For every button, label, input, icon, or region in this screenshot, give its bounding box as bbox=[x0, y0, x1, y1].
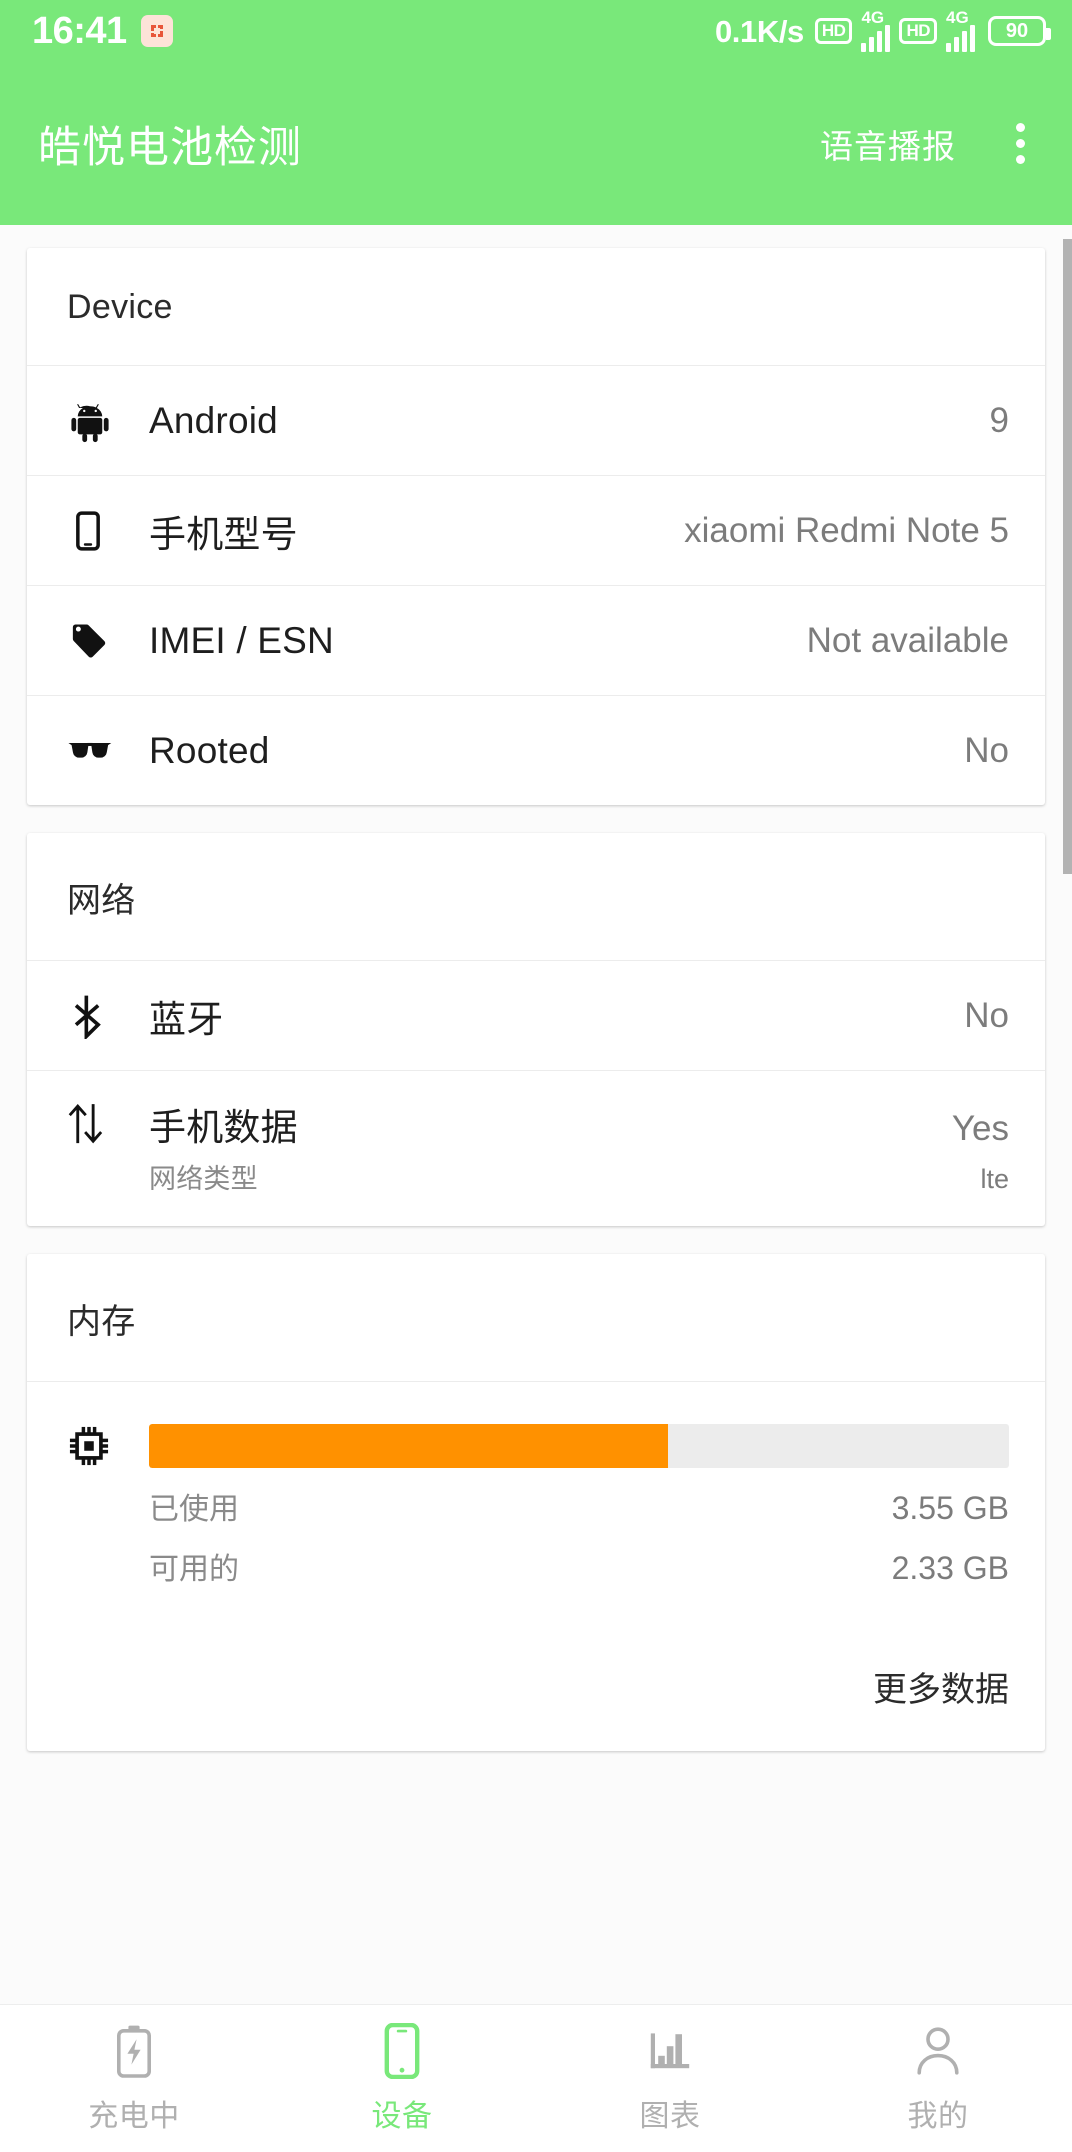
nav-label-device: 设备 bbox=[371, 2100, 433, 2133]
status-clock: 16:41 bbox=[32, 10, 127, 52]
more-data-button[interactable]: 更多数据 bbox=[27, 1622, 1045, 1751]
row-rooted[interactable]: Rooted No bbox=[27, 696, 1045, 805]
nav-item-charging[interactable]: 充电中 bbox=[0, 2022, 268, 2135]
battery-icon: 90 bbox=[988, 16, 1051, 46]
voice-broadcast-button[interactable]: 语音播报 bbox=[820, 120, 956, 168]
phone-screen: 16:41 0.1K/s HD 4G HD 4G 90 皓悦电池检测 语音播报 … bbox=[0, 0, 1072, 2152]
nav-label-charts: 图表 bbox=[639, 2100, 701, 2133]
scrollbar-thumb[interactable] bbox=[1063, 239, 1072, 874]
network-card-header: 网络 bbox=[67, 882, 136, 920]
memory-used-line: 已使用 3.55 GB bbox=[149, 1484, 1009, 1528]
memory-progress-track bbox=[149, 1424, 1009, 1468]
battery-percent-label: 90 bbox=[1005, 20, 1029, 42]
tag-icon bbox=[67, 619, 131, 663]
row-phone-model[interactable]: 手机型号 xiaomi Redmi Note 5 bbox=[27, 476, 1045, 585]
row-bluetooth[interactable]: 蓝牙 No bbox=[27, 961, 1045, 1070]
row-label-phone-model: 手机型号 bbox=[149, 513, 298, 555]
memory-free-value: 2.33 GB bbox=[891, 1550, 1009, 1586]
hd-badge-sim1: HD bbox=[814, 18, 853, 44]
memory-free-line: 可用的 2.33 GB bbox=[149, 1544, 1009, 1588]
row-mobile-data[interactable]: 手机数据 Yes 网络类型 lte bbox=[27, 1071, 1045, 1226]
android-robot-icon bbox=[67, 398, 131, 444]
network-speed-text: 0.1K/s bbox=[714, 13, 804, 49]
row-value-mobile-data: Yes bbox=[951, 1109, 1009, 1148]
row-label-android: Android bbox=[149, 399, 278, 441]
status-indicators: 0.1K/s HD 4G HD 4G 90 bbox=[714, 7, 1051, 52]
nav-item-charts[interactable]: 图表 bbox=[536, 2022, 804, 2135]
content-scroll-area[interactable]: Device Android 9 手机型号 xiaomi Redmi Note … bbox=[0, 225, 1072, 2004]
scrollbar[interactable] bbox=[1063, 225, 1072, 2004]
memory-card: 内存 已使用 3.55 GB 可用的 2.33 GB 更多数据 bbox=[27, 1254, 1045, 1751]
mobile-data-sub-line: 网络类型 lte bbox=[149, 1157, 1009, 1196]
bottom-navigation-bar: 充电中 设备 图表 我的 bbox=[0, 2004, 1072, 2152]
row-label-mobile-data: 手机数据 bbox=[149, 1107, 298, 1148]
signal-icon-sim2: 4G bbox=[946, 7, 975, 52]
bluetooth-icon bbox=[67, 993, 131, 1039]
memory-card-header: 内存 bbox=[67, 1303, 136, 1341]
row-value-android: 9 bbox=[989, 400, 1009, 440]
row-value-rooted: No bbox=[964, 730, 1009, 770]
hd-badge-sim2: HD bbox=[899, 18, 937, 44]
memory-used-label: 已使用 bbox=[149, 1493, 239, 1526]
nav-label-charging: 充电中 bbox=[88, 2100, 180, 2133]
row-value-imei: Not available bbox=[806, 620, 1009, 660]
memory-used-value: 3.55 GB bbox=[891, 1490, 1009, 1526]
row-value-bluetooth: No bbox=[964, 995, 1009, 1035]
person-icon bbox=[914, 2022, 962, 2080]
battery-charging-icon bbox=[114, 2022, 154, 2080]
sunglasses-icon bbox=[67, 736, 131, 766]
smartphone-icon bbox=[67, 510, 131, 552]
row-android[interactable]: Android 9 bbox=[27, 366, 1045, 475]
row-value-network-type: lte bbox=[980, 1164, 1009, 1194]
mobile-data-body: 手机数据 Yes 网络类型 lte bbox=[149, 1097, 1009, 1196]
signal-bars-sim1 bbox=[861, 24, 891, 52]
signal-bars-sim2 bbox=[946, 24, 975, 52]
device-card-header: Device bbox=[67, 288, 173, 326]
row-label-rooted: Rooted bbox=[149, 729, 270, 771]
row-label-bluetooth: 蓝牙 bbox=[149, 998, 224, 1040]
row-imei[interactable]: IMEI / ESN Not available bbox=[27, 586, 1045, 695]
memory-body: 已使用 3.55 GB 可用的 2.33 GB bbox=[149, 1424, 1009, 1588]
row-label-imei: IMEI / ESN bbox=[149, 619, 334, 661]
app-bar: 皓悦电池检测 语音播报 bbox=[0, 62, 1072, 225]
app-notification-icon bbox=[140, 15, 173, 47]
cpu-chip-icon bbox=[67, 1424, 131, 1468]
row-label-network-type: 网络类型 bbox=[149, 1164, 258, 1194]
signal-icon-sim1: 4G bbox=[861, 7, 891, 52]
network-type-label-sim2: 4G bbox=[946, 7, 969, 27]
overflow-menu-icon[interactable] bbox=[998, 114, 1042, 174]
nav-item-profile[interactable]: 我的 bbox=[804, 2022, 1072, 2135]
smartphone-icon bbox=[382, 2022, 422, 2080]
network-card: 网络 蓝牙 No 手机数据 Yes 网络类型 lte bbox=[27, 833, 1045, 1226]
row-value-phone-model: xiaomi Redmi Note 5 bbox=[684, 510, 1009, 550]
memory-free-label: 可用的 bbox=[149, 1553, 239, 1586]
bar-chart-icon bbox=[646, 2022, 694, 2080]
app-title: 皓悦电池检测 bbox=[38, 123, 302, 172]
memory-progress-fill bbox=[149, 1424, 669, 1468]
network-type-label-sim1: 4G bbox=[861, 7, 885, 27]
row-memory-usage[interactable]: 已使用 3.55 GB 可用的 2.33 GB bbox=[27, 1382, 1045, 1622]
mobile-data-main-line: 手机数据 Yes bbox=[149, 1097, 1009, 1151]
nav-item-device[interactable]: 设备 bbox=[268, 2022, 536, 2135]
status-bar: 16:41 0.1K/s HD 4G HD 4G 90 bbox=[0, 0, 1072, 62]
nav-label-profile: 我的 bbox=[907, 2100, 969, 2133]
data-transfer-icon bbox=[67, 1097, 131, 1151]
device-card: Device Android 9 手机型号 xiaomi Redmi Note … bbox=[27, 248, 1045, 805]
